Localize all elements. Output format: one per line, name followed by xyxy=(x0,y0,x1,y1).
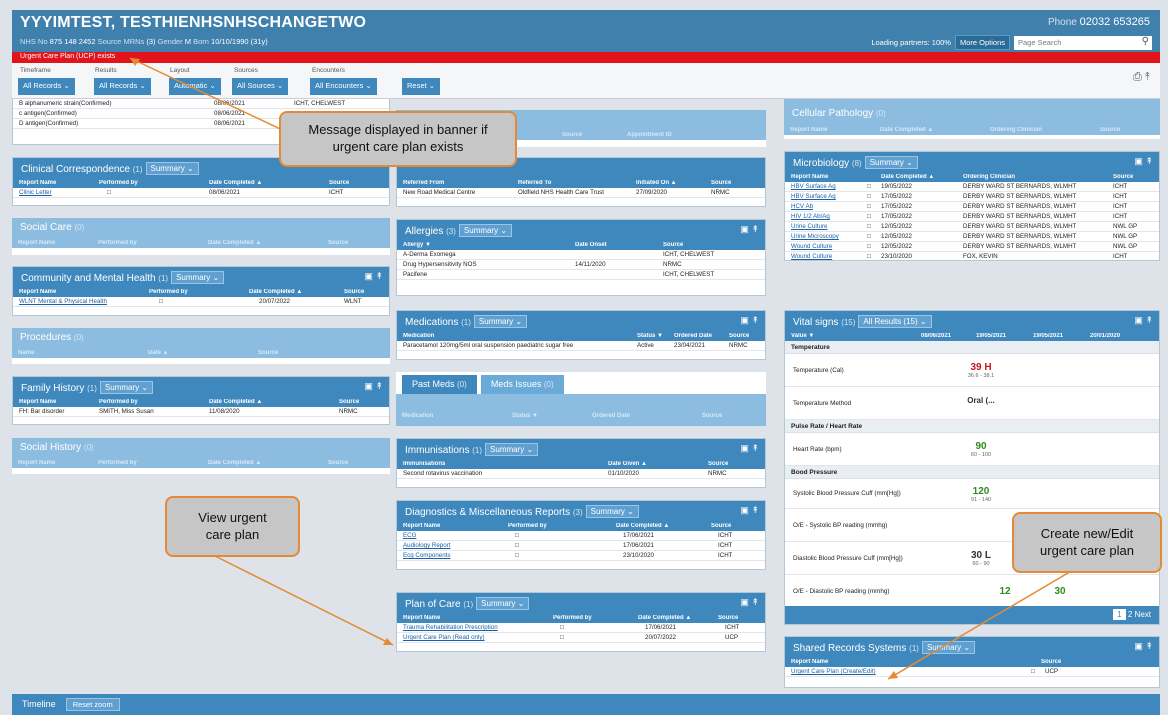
callout-view-plan: View urgent care plan xyxy=(165,496,300,557)
callout-banner-message: Message displayed in banner if urgent ca… xyxy=(279,111,517,167)
annotation-arrows xyxy=(129,57,1074,680)
arrow-banner xyxy=(129,57,294,136)
arrowhead-create xyxy=(888,671,898,679)
arrow-create xyxy=(887,569,1074,680)
callout-create-plan: Create new/Edit urgent care plan xyxy=(1012,512,1162,573)
arrow-view xyxy=(214,555,394,646)
